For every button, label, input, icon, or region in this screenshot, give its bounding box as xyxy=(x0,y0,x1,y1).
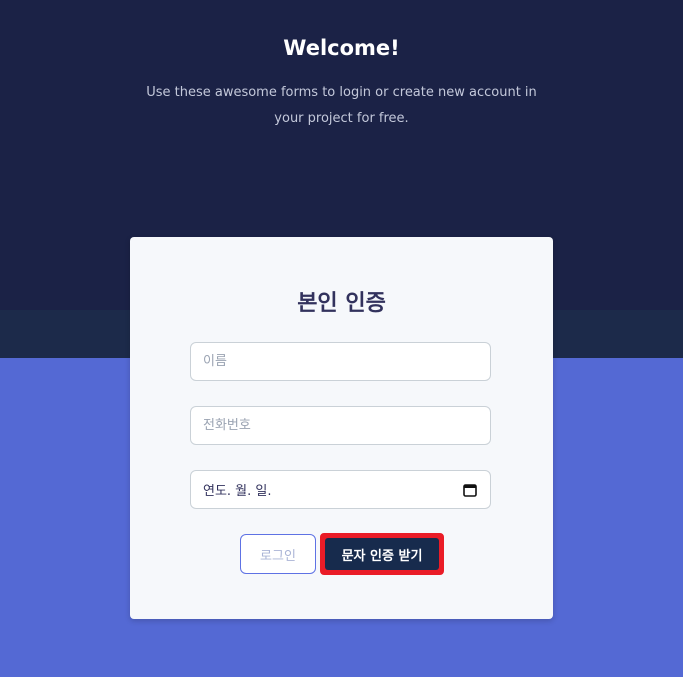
sms-verify-button[interactable]: 문자 인증 받기 xyxy=(325,538,439,570)
sms-button-highlight: 문자 인증 받기 xyxy=(320,533,444,575)
verification-card: 본인 인증 연도. 월. 일. 로그인 문자 인증 받기 xyxy=(130,237,553,619)
phone-input[interactable] xyxy=(190,406,491,445)
name-input[interactable] xyxy=(190,342,491,381)
calendar-icon[interactable] xyxy=(462,482,478,498)
page-subtitle: Use these awesome forms to login or crea… xyxy=(146,85,537,126)
date-input-value: 연도. 월. 일. xyxy=(203,484,272,499)
login-button[interactable]: 로그인 xyxy=(240,534,316,574)
page-title: Welcome! xyxy=(283,36,400,60)
date-input[interactable]: 연도. 월. 일. xyxy=(190,470,491,509)
card-title: 본인 인증 xyxy=(297,291,386,316)
